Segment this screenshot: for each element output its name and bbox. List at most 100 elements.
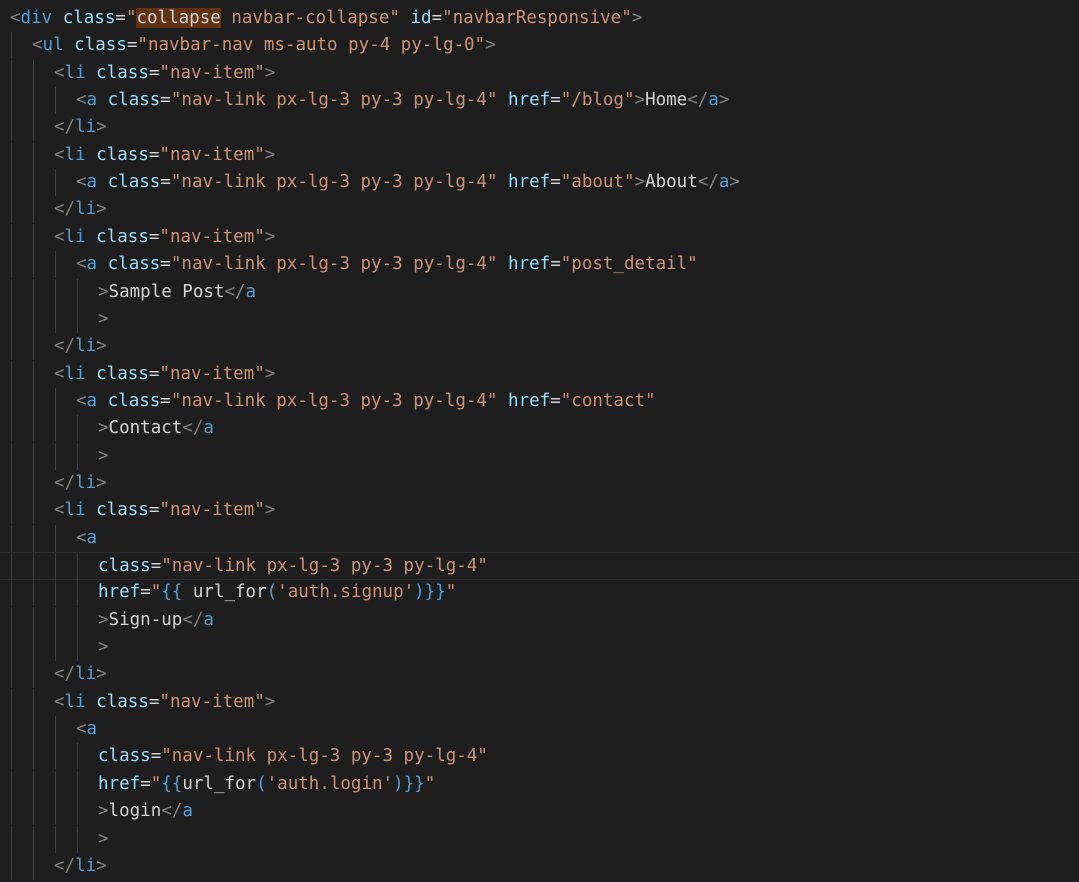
code-token: class [96, 62, 149, 83]
indent-guide [55, 634, 56, 662]
code-token: > [96, 199, 107, 220]
code-token: )}} [414, 582, 446, 603]
code-line[interactable]: > [0, 825, 1079, 853]
indent-guide [11, 606, 12, 634]
indent-guide [55, 606, 56, 634]
indent-guide [77, 553, 78, 579]
code-line[interactable]: <li class="nav-item"> [0, 497, 1079, 525]
code-text: </li> [54, 853, 107, 880]
indent-guide [55, 524, 56, 552]
code-token: > [264, 500, 276, 521]
indent-guide [11, 333, 12, 361]
code-token: login [108, 801, 162, 822]
code-token: class [107, 390, 161, 411]
indent-guide [11, 798, 12, 826]
code-text: <li class="nav-item"> [54, 224, 275, 251]
code-line[interactable]: <li class="nav-item"> [0, 223, 1079, 251]
indent-guide [33, 87, 34, 115]
code-line[interactable]: </li> [0, 469, 1079, 497]
code-token: < [76, 527, 87, 548]
code-token: a [708, 90, 719, 111]
code-token: class [96, 226, 149, 247]
code-editor[interactable]: <div class="collapse navbar-collapse" id… [0, 0, 1079, 882]
code-text: >Sign-up</a [98, 607, 214, 634]
code-token: class [98, 746, 151, 767]
code-token: " [424, 773, 436, 794]
code-token: = [115, 8, 126, 28]
code-text: <ul class="navbar-nav ms-auto py-4 py-lg… [32, 32, 496, 59]
indent-guide [77, 634, 78, 662]
code-line[interactable]: >Sign-up</a [0, 606, 1079, 634]
code-token: > [98, 609, 109, 630]
code-token: Sample Post [108, 281, 225, 302]
code-token: "post_detail" [560, 254, 698, 275]
code-token: li [75, 117, 97, 138]
code-token: a [182, 801, 193, 822]
indent-guide [33, 305, 34, 333]
code-line[interactable]: <li class="nav-item"> [0, 141, 1079, 169]
code-line[interactable]: </li> [0, 333, 1079, 361]
code-token: url_for [182, 773, 257, 794]
code-text: href="{{ url_for('auth.signup')}}" [98, 579, 456, 606]
code-token: li [75, 472, 97, 493]
code-token: class [96, 363, 149, 384]
code-token: "nav-item" [159, 226, 265, 247]
code-line[interactable]: </li> [0, 852, 1079, 880]
code-token: < [76, 90, 87, 111]
code-token: = [140, 773, 151, 794]
indent-guide [55, 387, 56, 415]
code-line[interactable]: <a class="nav-link px-lg-3 py-3 py-lg-4"… [0, 169, 1079, 197]
code-line[interactable]: <a class="nav-link px-lg-3 py-3 py-lg-4"… [0, 251, 1079, 279]
code-line[interactable]: > [0, 305, 1079, 333]
code-line[interactable]: <a class="nav-link px-lg-3 py-3 py-lg-4"… [0, 87, 1079, 115]
code-line[interactable]: <a [0, 524, 1079, 552]
code-token: </ [54, 336, 76, 357]
indent-guide [33, 59, 34, 87]
indent-guide [33, 798, 34, 826]
indent-guide [55, 87, 56, 115]
indent-guide [33, 716, 34, 744]
code-line[interactable]: <ul class="navbar-nav ms-auto py-4 py-lg… [0, 32, 1079, 60]
code-line[interactable]: </li> [0, 661, 1079, 689]
code-line[interactable]: </li> [0, 196, 1079, 224]
code-line[interactable]: >Sample Post</a [0, 278, 1079, 306]
indent-guide [11, 743, 12, 771]
code-line[interactable]: href="{{url_for('auth.login')}}" [0, 770, 1079, 798]
code-line[interactable]: <li class="nav-item"> [0, 360, 1079, 388]
code-text: <li class="nav-item"> [54, 689, 275, 716]
indent-guide [77, 442, 78, 470]
code-line[interactable]: >login</a [0, 798, 1079, 826]
indent-guide [11, 387, 12, 415]
code-line[interactable]: class="nav-link px-lg-3 py-3 py-lg-4" [0, 552, 1079, 580]
code-token: a [245, 281, 257, 302]
indent-guide [55, 825, 56, 853]
indent-guide [33, 524, 34, 552]
code-token: = [160, 254, 171, 275]
code-token: div [20, 8, 53, 28]
code-line[interactable]: > [0, 634, 1079, 662]
code-line[interactable]: <a class="nav-link px-lg-3 py-3 py-lg-4"… [0, 387, 1079, 415]
code-line[interactable]: >Contact</a [0, 415, 1079, 443]
code-token: > [264, 226, 276, 247]
code-token: "nav-link px-lg-3 py-3 py-lg-4" [170, 390, 498, 411]
indent-guide [55, 442, 56, 470]
code-token: "contact" [560, 390, 656, 411]
code-line[interactable]: <a [0, 716, 1079, 744]
code-line[interactable]: </li> [0, 114, 1079, 142]
code-line[interactable]: <li class="nav-item"> [0, 59, 1079, 87]
indent-guide [55, 169, 56, 197]
code-token: href [508, 172, 551, 193]
indent-guide [11, 196, 12, 224]
code-line[interactable]: <li class="nav-item"> [0, 688, 1079, 716]
code-line[interactable]: href="{{ url_for('auth.signup')}}" [0, 579, 1079, 607]
code-token: " [445, 582, 457, 603]
code-line[interactable]: <div class="collapse navbar-collapse" id… [0, 5, 1079, 32]
code-token: > [96, 472, 107, 493]
indent-guide [33, 442, 34, 470]
code-line[interactable]: class="nav-link px-lg-3 py-3 py-lg-4" [0, 743, 1079, 771]
indent-guide [33, 553, 34, 579]
code-line[interactable]: > [0, 442, 1079, 470]
indent-guide [55, 579, 56, 607]
